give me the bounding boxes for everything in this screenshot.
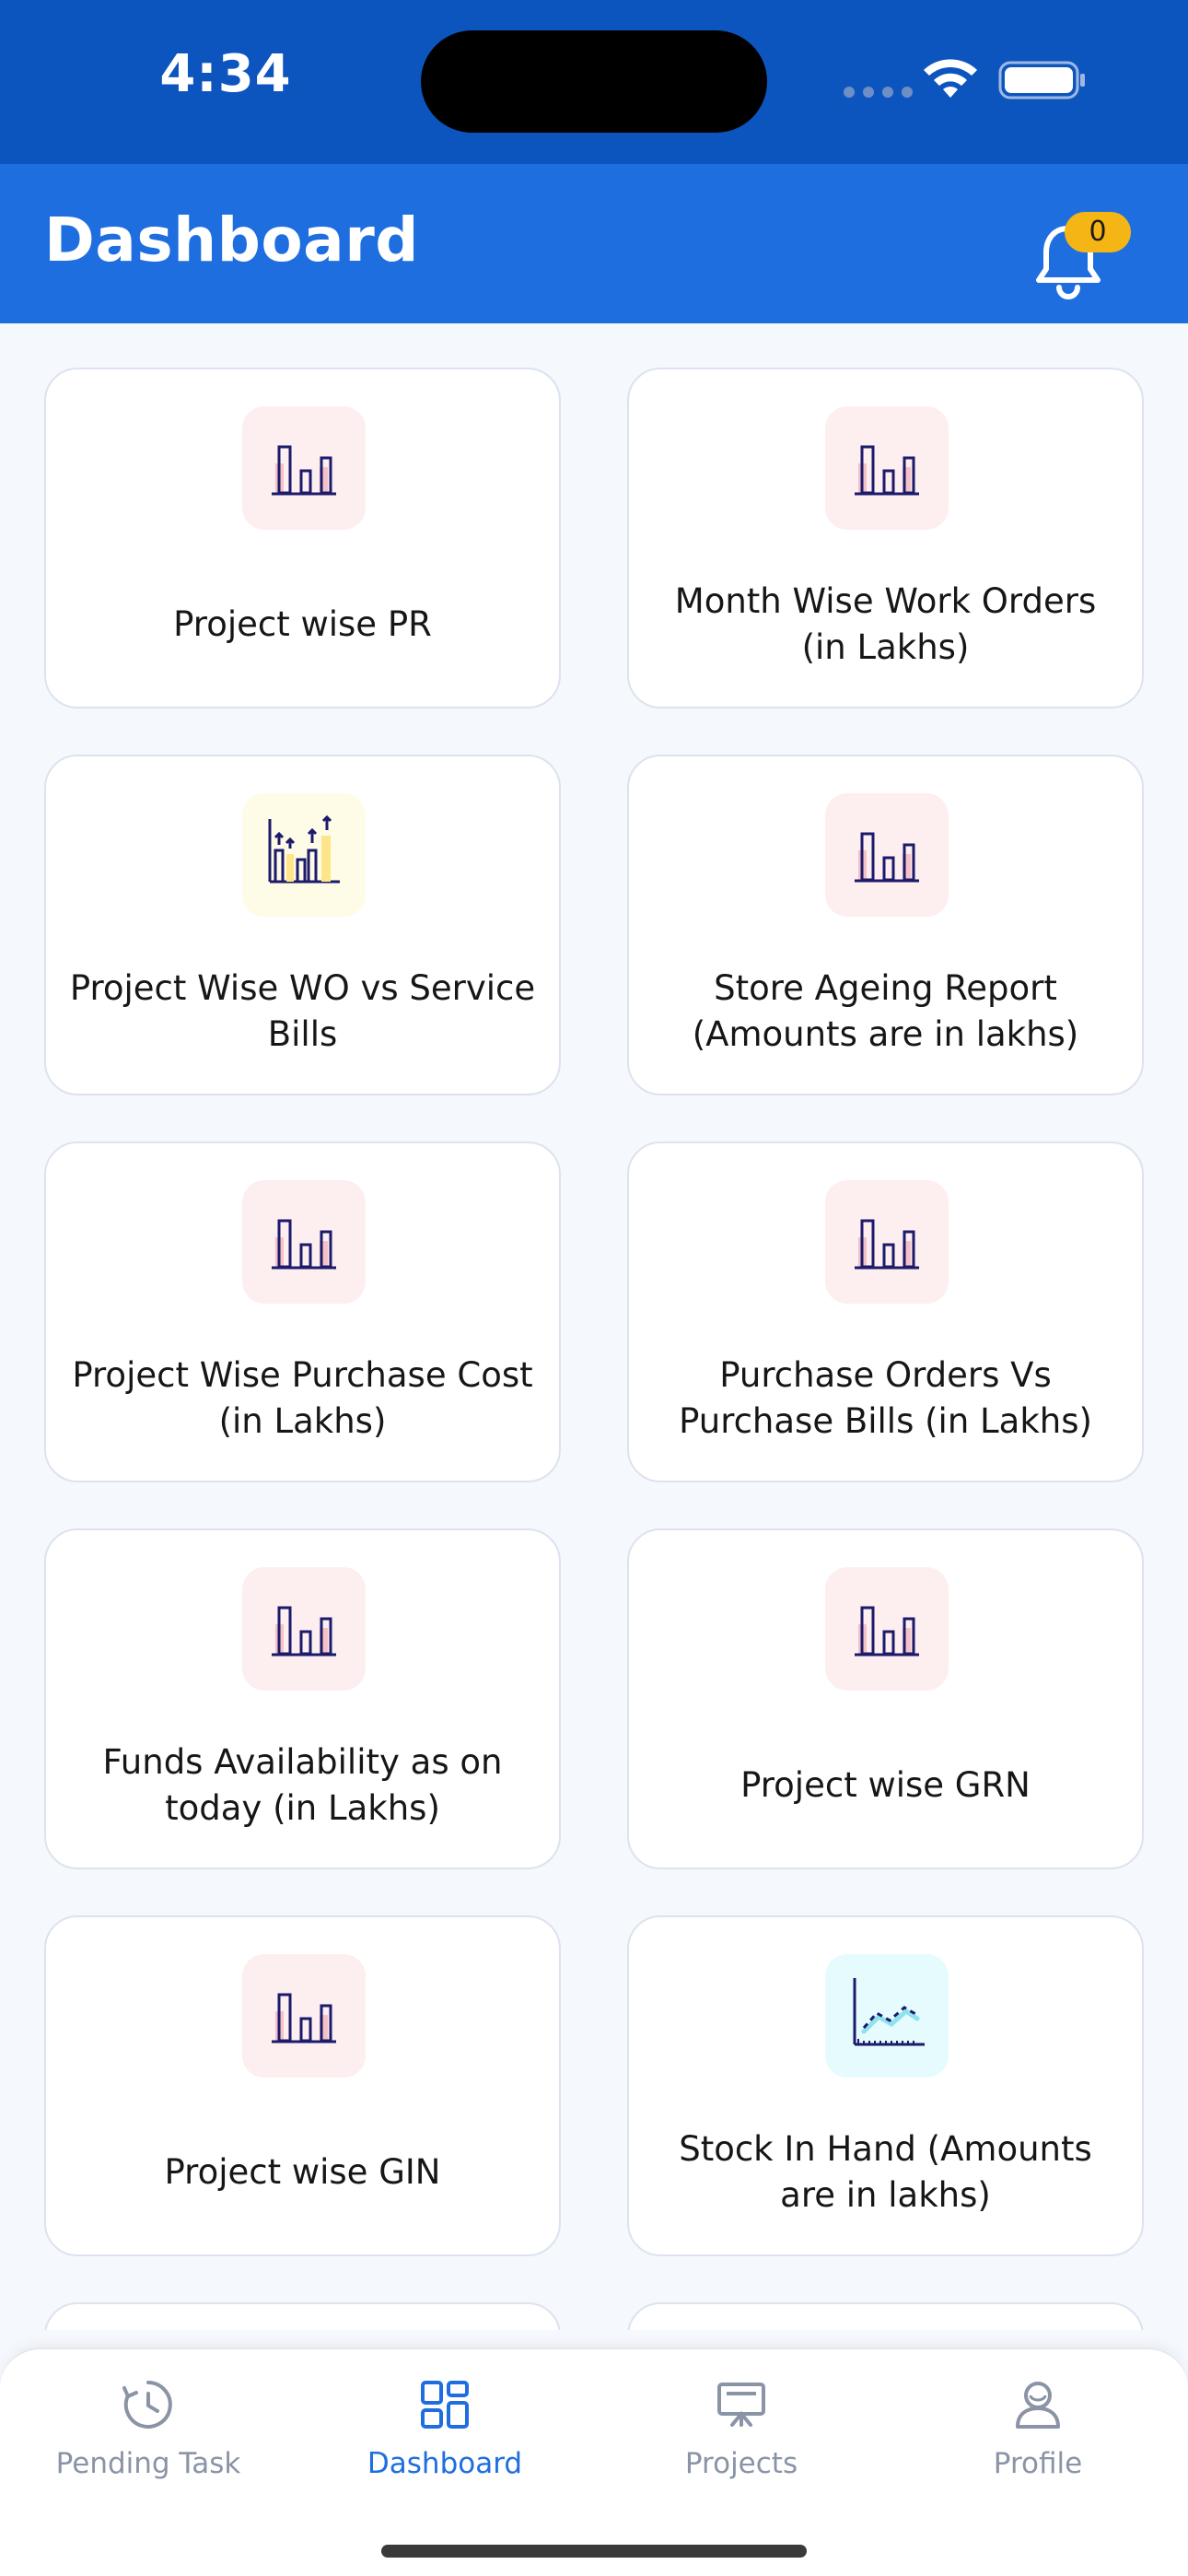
cellular-signal-icon	[844, 87, 913, 98]
clock-icon	[122, 2381, 172, 2429]
line-chart-icon	[825, 1954, 949, 2078]
notification-count-badge: 0	[1065, 212, 1131, 252]
card-label: Project Wise WO vs Service Bills	[69, 968, 536, 1054]
card-project-wise-grn[interactable]: Project wise GRN	[627, 1528, 1144, 1869]
status-time: 4:34	[159, 44, 292, 104]
card-label: Project wise GIN	[164, 2152, 441, 2192]
nav-label: Projects	[684, 2447, 798, 2480]
card-store-ageing-report[interactable]: Store Ageing Report (Amounts are in lakh…	[627, 755, 1144, 1095]
card-project-wise-pr[interactable]: Project wise PR	[44, 368, 561, 708]
bar-chart-icon	[825, 793, 949, 917]
bar-chart-icon	[242, 1954, 366, 2078]
growth-bar-chart-icon	[242, 793, 366, 917]
nav-label: Profile	[993, 2447, 1083, 2480]
nav-label: Dashboard	[367, 2447, 523, 2480]
page-title: Dashboard	[44, 205, 420, 275]
card-project-wise-purchase-cost[interactable]: Project Wise Purchase Cost (in Lakhs)	[44, 1142, 561, 1482]
app-header: Dashboard 0	[0, 164, 1188, 323]
home-indicator	[381, 2545, 807, 2558]
bar-chart-icon	[242, 1567, 366, 1691]
card-label: Project Wise Purchase Cost (in Lakhs)	[72, 1355, 533, 1441]
notifications-button[interactable]: 0	[1031, 212, 1133, 313]
card-label: Month Wise Work Orders (in Lakhs)	[674, 581, 1097, 667]
user-icon	[1016, 2382, 1060, 2429]
app-screen: 4:34 Dashboard 0 Project wise PR Month W…	[0, 0, 1188, 2576]
bar-chart-icon	[825, 406, 949, 530]
card-project-wise-wo-vs-service-bills[interactable]: Project Wise WO vs Service Bills	[44, 755, 561, 1095]
nav-label: Pending Task	[55, 2447, 241, 2480]
card-stock-in-hand[interactable]: Stock In Hand (Amounts are in lakhs)	[627, 1915, 1144, 2256]
nav-dashboard[interactable]: Dashboard	[297, 2377, 593, 2480]
card-label: Stock In Hand (Amounts are in lakhs)	[679, 2129, 1092, 2215]
presentation-board-icon	[717, 2383, 765, 2427]
bar-chart-icon	[242, 406, 366, 530]
dashboard-card-grid: Project wise PR Month Wise Work Orders (…	[44, 368, 1144, 2330]
nav-pending-task[interactable]: Pending Task	[0, 2377, 297, 2480]
bottom-navigation: Pending Task Dashboard Projects Profile	[0, 2348, 1188, 2576]
card-label: Project wise GRN	[740, 1765, 1031, 1805]
dashboard-icon	[421, 2381, 469, 2429]
nav-profile[interactable]: Profile	[890, 2377, 1186, 2480]
card-partial[interactable]	[627, 2302, 1144, 2330]
card-project-wise-gin[interactable]: Project wise GIN	[44, 1915, 561, 2256]
card-label: Funds Availability as on today (in Lakhs…	[102, 1742, 503, 1828]
status-bar: 4:34	[0, 0, 1188, 164]
bar-chart-icon	[825, 1180, 949, 1304]
card-purchase-orders-vs-purchase-bills[interactable]: Purchase Orders Vs Purchase Bills (in La…	[627, 1142, 1144, 1482]
card-label: Project wise PR	[173, 604, 432, 644]
card-label: Purchase Orders Vs Purchase Bills (in La…	[679, 1355, 1092, 1441]
bar-chart-icon	[242, 1180, 366, 1304]
card-month-wise-work-orders[interactable]: Month Wise Work Orders (in Lakhs)	[627, 368, 1144, 708]
card-funds-availability[interactable]: Funds Availability as on today (in Lakhs…	[44, 1528, 561, 1869]
card-label: Store Ageing Report (Amounts are in lakh…	[692, 968, 1079, 1054]
wifi-icon	[924, 59, 977, 98]
dynamic-island	[421, 30, 767, 133]
bar-chart-icon	[825, 1567, 949, 1691]
nav-projects[interactable]: Projects	[593, 2377, 890, 2480]
card-partial[interactable]	[44, 2302, 561, 2330]
battery-icon	[998, 61, 1085, 100]
